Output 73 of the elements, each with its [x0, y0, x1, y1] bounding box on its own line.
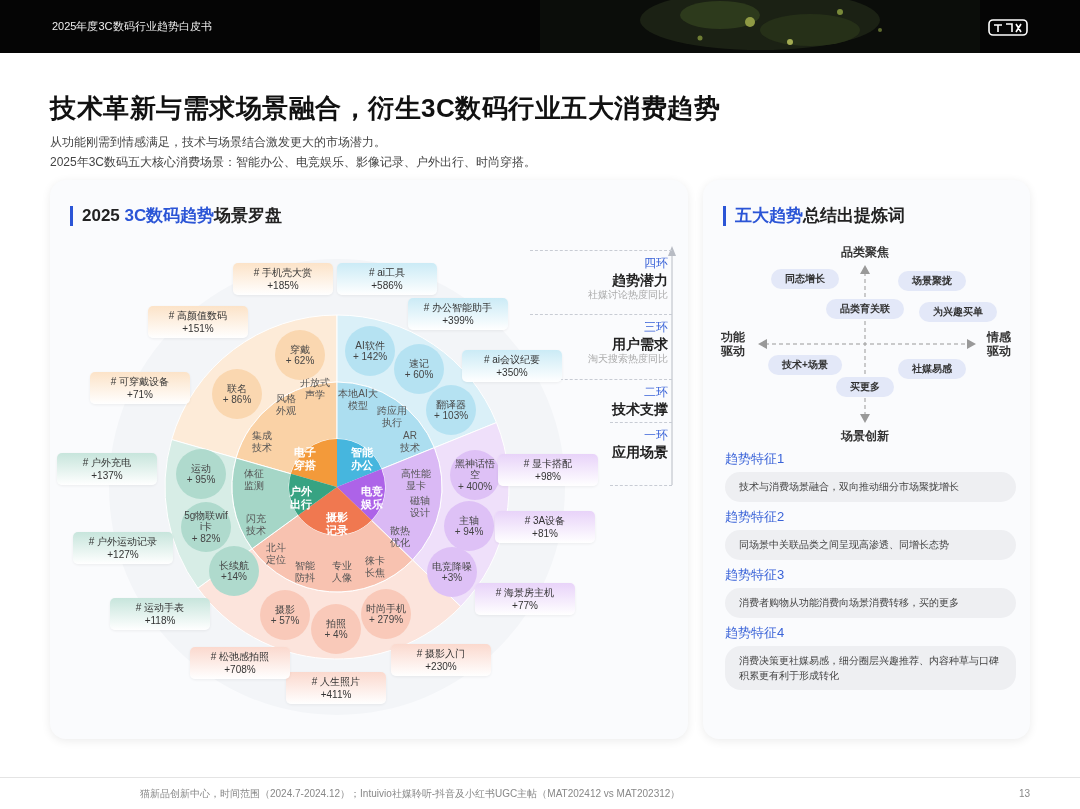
- feature-title: 趋势特征1: [725, 450, 786, 468]
- ring-name: 应用场景: [612, 443, 668, 461]
- feature-text: 同场景中关联品类之间呈现高渗透、同增长态势: [725, 530, 1016, 560]
- tech-label: 开放式声学: [299, 377, 331, 401]
- ring-number: 二环: [644, 385, 668, 400]
- hashtag-card: # ai会议纪要 +350%: [462, 350, 562, 382]
- page-title: 技术革新与需求场景融合，衍生3C数码行业五大消费趋势: [50, 92, 722, 125]
- tech-label: 闪充技术: [245, 513, 267, 537]
- tech-label: 专业人像: [331, 560, 353, 584]
- scene-label: 电竞娱乐: [360, 485, 384, 511]
- scene-label: 摄影记录: [325, 511, 349, 537]
- hashtag-card: # 手机壳大赏 +185%: [233, 263, 333, 295]
- card-heading: 2025 3C数码趋势场景罗盘: [70, 206, 688, 226]
- hashtag-card: # 松弛感拍照 +708%: [190, 647, 290, 679]
- hashtag-card: # 高颜值数码 +151%: [148, 306, 248, 338]
- feature-text: 技术与消费场景融合，双向推动细分市场聚拢增长: [725, 472, 1016, 502]
- feature-title: 趋势特征2: [725, 508, 786, 526]
- hashtag-card: # 可穿戴设备 +71%: [90, 372, 190, 404]
- feature-text: 消费者购物从功能消费向场景消费转移，买的更多: [725, 588, 1016, 618]
- axis-label: 功能驱动: [719, 329, 746, 359]
- tech-label: 体征监测: [243, 468, 265, 492]
- tech-label: 北斗定位: [265, 542, 287, 566]
- keyword-pill: 同态增长: [771, 269, 839, 289]
- tech-label: 散热优化: [389, 525, 411, 549]
- keyword-pill: 技术+场景: [768, 355, 842, 375]
- axis-label: 情感驱动: [985, 329, 1012, 359]
- hashtag-card: # 户外运动记录 +127%: [73, 532, 173, 564]
- axis-label: 场景创新: [841, 428, 889, 444]
- card-heading: 五大趋势总结出提炼词: [723, 206, 1030, 226]
- tech-label: 本地AI大模型: [337, 388, 378, 411]
- hashtag-card: # 3A设备 +81%: [495, 511, 595, 543]
- hashtag-card: # 户外充电 +137%: [57, 453, 157, 485]
- keyword-pill: 买更多: [836, 377, 894, 397]
- report-title: 2025年度3C数码行业趋势白皮书: [52, 19, 212, 34]
- tech-label: 智能防抖: [294, 560, 316, 584]
- scene-label: 智能办公: [350, 446, 374, 472]
- source-note: 猫新品创新中心，时间范围（2024.7-2024.12）；Intuivio社媒聆听-抖音及小红书UGC主帖（MAT202412 vs MAT202312）: [140, 786, 682, 801]
- keyword-pill: 场景聚拢: [898, 271, 966, 291]
- tech-label: 风格外观: [275, 393, 297, 417]
- hashtag-card: # ai工具 +586%: [337, 263, 437, 295]
- subtitle: 2025年3C数码五大核心消费场景：智能办公、电竞娱乐、影像记录、户外出行、时尚穿搭。: [50, 154, 538, 171]
- keyword-pill: 社媒易感: [898, 359, 966, 379]
- tech-label: 徕卡长焦: [364, 555, 386, 579]
- hashtag-card: # 显卡搭配 +98%: [498, 454, 598, 486]
- tech-label: 集成技术: [251, 430, 273, 454]
- tech-label: 磁轴设计: [409, 495, 431, 519]
- ring-name: 趋势潜力: [612, 271, 668, 289]
- keyword-pill: 为兴趣买单: [919, 302, 997, 322]
- scene-label: 电子穿搭: [293, 446, 317, 472]
- hashtag-card: # 运动手表 +118%: [110, 598, 210, 630]
- ring-note: 社媒讨论热度同比: [588, 289, 668, 301]
- ring-name: 技术支撑: [612, 400, 668, 418]
- scene-label: 户外出行: [289, 485, 313, 511]
- ring-number: 三环: [644, 320, 668, 335]
- hashtag-card: # 办公智能助手 +399%: [408, 298, 508, 330]
- keyword-pill: 品类育关联: [826, 299, 904, 319]
- hashtag-card: # 摄影入门 +230%: [391, 644, 491, 676]
- feature-text: 消费决策更社媒易感，细分圈层兴趣推荐、内容种草与口碑积累更有利于形成转化: [725, 646, 1016, 690]
- tech-label: AR技术: [399, 430, 421, 454]
- subtitle: 从功能刚需到情感满足，技术与场景结合激发更大的市场潜力。: [50, 134, 387, 151]
- feature-title: 趋势特征3: [725, 566, 786, 584]
- ring-name: 用户需求: [612, 335, 668, 353]
- axis-label: 品类聚焦: [841, 244, 889, 260]
- tech-label: 高性能显卡: [400, 468, 432, 492]
- ring-number: 四环: [644, 256, 668, 271]
- feature-title: 趋势特征4: [725, 624, 786, 642]
- hashtag-card: # 人生照片 +411%: [286, 672, 386, 704]
- logo-icon: [988, 17, 1028, 37]
- ring-number: 一环: [644, 428, 668, 443]
- hashtag-card: # 海景房主机 +77%: [475, 583, 575, 615]
- tech-label: 跨应用执行: [376, 405, 408, 429]
- ring-note: 淘天搜索热度同比: [588, 353, 668, 365]
- page-number: 13: [1018, 788, 1030, 799]
